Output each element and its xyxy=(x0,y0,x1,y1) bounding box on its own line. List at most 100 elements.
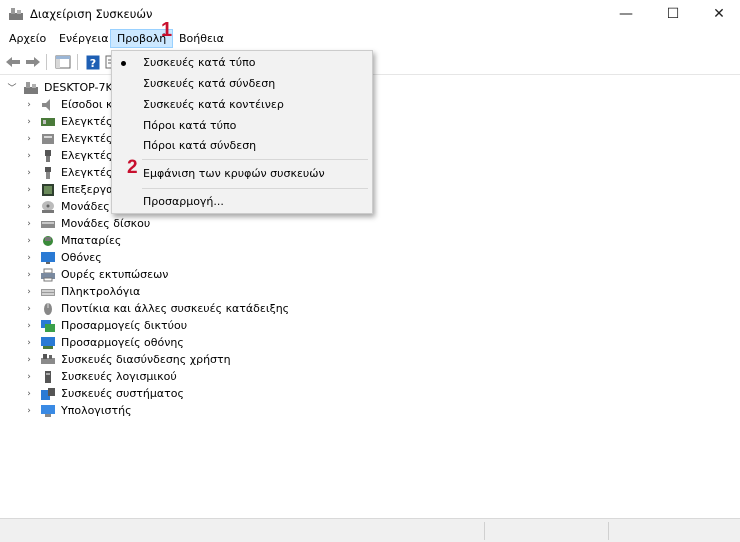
expand-chevron-icon[interactable]: › xyxy=(24,321,34,331)
tree-item-label: Ουρές εκτυπώσεων xyxy=(61,268,169,281)
tree-item-system-devices[interactable]: › Συσκευές συστήματος xyxy=(24,385,184,402)
show-hidden-devices[interactable]: Εμφάνιση των κρυφών συσκευών xyxy=(112,164,372,184)
expand-chevron-icon[interactable]: › xyxy=(24,168,34,178)
tree-item-print-queues[interactable]: › Ουρές εκτυπώσεων xyxy=(24,266,168,283)
tree-item-drives-1[interactable]: › Μονάδες xyxy=(24,198,110,215)
maximize-button[interactable]: ☐ xyxy=(650,0,696,28)
keyboard-icon xyxy=(41,288,55,296)
tree-item-label: Επεξεργα xyxy=(61,183,114,196)
tree-item-label: Ελεγκτές xyxy=(61,166,113,179)
mouse-icon xyxy=(44,302,52,315)
view-menu-dropdown: Συσκευές κατά τύπο Συσκευές κατά σύνδεση… xyxy=(111,50,373,214)
tree-item-hid[interactable]: › Συσκευές διασύνδεσης χρήστη xyxy=(24,351,231,368)
expand-chevron-icon[interactable]: › xyxy=(24,219,34,229)
usb-controller-icon xyxy=(45,166,51,179)
device-manager-icon xyxy=(9,8,23,20)
expand-chevron-icon[interactable]: › xyxy=(24,270,34,280)
expand-chevron-icon[interactable]: › xyxy=(24,117,34,127)
expand-chevron-icon[interactable]: › xyxy=(24,287,34,297)
menu-separator xyxy=(142,188,368,189)
menu-item-label: Εμφάνιση των κρυφών συσκευών xyxy=(143,167,325,180)
tree-item-label: Μονάδες xyxy=(61,200,110,213)
minimize-button[interactable]: — xyxy=(603,0,649,28)
view-devices-by-type[interactable]: Συσκευές κατά τύπο xyxy=(112,53,372,73)
status-segment xyxy=(484,522,485,540)
optical-drive-icon xyxy=(42,200,54,213)
radio-bullet-icon xyxy=(121,61,126,66)
tree-item-label: Μπαταρίες xyxy=(61,234,122,247)
expand-chevron-icon[interactable]: › xyxy=(24,406,34,416)
expand-chevron-icon[interactable]: › xyxy=(24,202,34,212)
tree-item-controllers-2[interactable]: › Ελεγκτές xyxy=(24,130,112,147)
expand-chevron-icon[interactable]: › xyxy=(24,389,34,399)
tree-item-label: Πληκτρολόγια xyxy=(61,285,141,298)
title-bar: Διαχείριση Συσκευών — ☐ ✕ xyxy=(0,0,740,28)
tree-item-label: Συσκευές διασύνδεσης χρήστη xyxy=(61,353,231,366)
tree-item-software-devices[interactable]: › Συσκευές λογισμικού xyxy=(24,368,177,385)
tree-item-controllers-1[interactable]: › Ελεγκτές I xyxy=(24,113,119,130)
menu-bar: Αρχείο Ενέργεια Προβολή Βοήθεια xyxy=(0,28,740,49)
expand-chevron-icon[interactable]: › xyxy=(24,372,34,382)
expand-chevron-icon[interactable]: › xyxy=(24,236,34,246)
software-device-icon xyxy=(45,370,51,383)
tree-item-label: Συσκευές λογισμικού xyxy=(61,370,177,383)
tree-item-computer[interactable]: › Υπολογιστής xyxy=(24,402,131,419)
computer-monitor-icon xyxy=(41,404,55,417)
expand-chevron-icon[interactable]: › xyxy=(24,185,34,195)
close-button[interactable]: ✕ xyxy=(696,0,740,28)
tree-item-label: Ποντίκια και άλλες συσκευές κατάδειξης xyxy=(61,302,290,315)
tree-item-audio-inputs[interactable]: › Είσοδοι κ xyxy=(24,96,112,113)
menu-action[interactable]: Ενέργεια xyxy=(53,29,114,48)
view-resources-by-connection[interactable]: Πόροι κατά σύνδεση xyxy=(112,136,372,156)
menu-file[interactable]: Αρχείο xyxy=(3,29,52,48)
menu-item-label: Συσκευές κατά σύνδεση xyxy=(143,77,276,90)
menu-item-label: Πόροι κατά σύνδεση xyxy=(143,139,257,152)
expand-chevron-icon[interactable]: › xyxy=(24,100,34,110)
forward-button[interactable] xyxy=(24,54,42,70)
status-bar xyxy=(0,518,740,542)
window-title: Διαχείριση Συσκευών xyxy=(30,7,153,21)
menu-help[interactable]: Βοήθεια xyxy=(173,29,230,48)
customize-view[interactable]: Προσαρμογή... xyxy=(112,192,372,212)
menu-item-label: Πόροι κατά τύπο xyxy=(143,119,237,132)
expand-chevron-icon[interactable]: › xyxy=(24,253,34,263)
expand-chevron-icon[interactable]: › xyxy=(24,151,34,161)
tree-item-batteries[interactable]: › Μπαταρίες xyxy=(24,232,121,249)
expand-chevron-icon[interactable]: › xyxy=(24,355,34,365)
status-segment xyxy=(608,522,609,540)
tree-item-disk-drives[interactable]: › Μονάδες δίσκου xyxy=(24,215,150,232)
disk-drive-icon xyxy=(41,220,55,228)
tree-item-label: Προσαρμογείς οθόνης xyxy=(61,336,184,349)
expand-chevron-icon[interactable]: › xyxy=(24,338,34,348)
tree-item-network-adapters[interactable]: › Προσαρμογείς δικτύου xyxy=(24,317,187,334)
tree-root[interactable]: ﹀ DESKTOP-7KV xyxy=(7,79,120,96)
view-devices-by-connection[interactable]: Συσκευές κατά σύνδεση xyxy=(112,74,372,94)
tree-item-label: Ελεγκτές xyxy=(61,132,113,145)
tree-item-label: Ελεγκτές xyxy=(61,149,113,162)
help-button[interactable]: ? xyxy=(84,54,102,70)
speaker-icon xyxy=(42,98,50,111)
annotation-step-1: 1 xyxy=(161,19,173,41)
console-tree-button[interactable] xyxy=(54,54,72,70)
menu-item-label: Συσκευές κατά τύπο xyxy=(143,56,256,69)
tree-item-display-adapters[interactable]: › Προσαρμογείς οθόνης xyxy=(24,334,184,351)
expand-chevron-icon[interactable]: › xyxy=(24,134,34,144)
tree-item-label: Οθόνες xyxy=(61,251,102,264)
printer-icon xyxy=(41,268,55,281)
monitor-icon xyxy=(41,251,55,264)
toolbar-separator xyxy=(77,54,78,70)
annotation-step-2: 2 xyxy=(127,157,138,178)
arrow-right-icon xyxy=(26,57,40,67)
view-resources-by-type[interactable]: Πόροι κατά τύπο xyxy=(112,116,372,136)
view-devices-by-container[interactable]: Συσκευές κατά κοντέινερ xyxy=(112,95,372,115)
tree-item-mice[interactable]: › Ποντίκια και άλλες συσκευές κατάδειξης xyxy=(24,300,289,317)
tree-item-monitors[interactable]: › Οθόνες xyxy=(24,249,102,266)
tree-item-keyboards[interactable]: › Πληκτρολόγια xyxy=(24,283,140,300)
back-button[interactable] xyxy=(4,54,22,70)
collapse-chevron-icon[interactable]: ﹀ xyxy=(7,83,17,94)
tree-item-controllers-4[interactable]: › Ελεγκτές xyxy=(24,164,112,181)
tree-item-label: Προσαρμογείς δικτύου xyxy=(61,319,188,332)
tree-item-controllers-3[interactable]: › Ελεγκτές xyxy=(24,147,112,164)
expand-chevron-icon[interactable]: › xyxy=(24,304,34,314)
tree-item-processors[interactable]: › Επεξεργα xyxy=(24,181,113,198)
